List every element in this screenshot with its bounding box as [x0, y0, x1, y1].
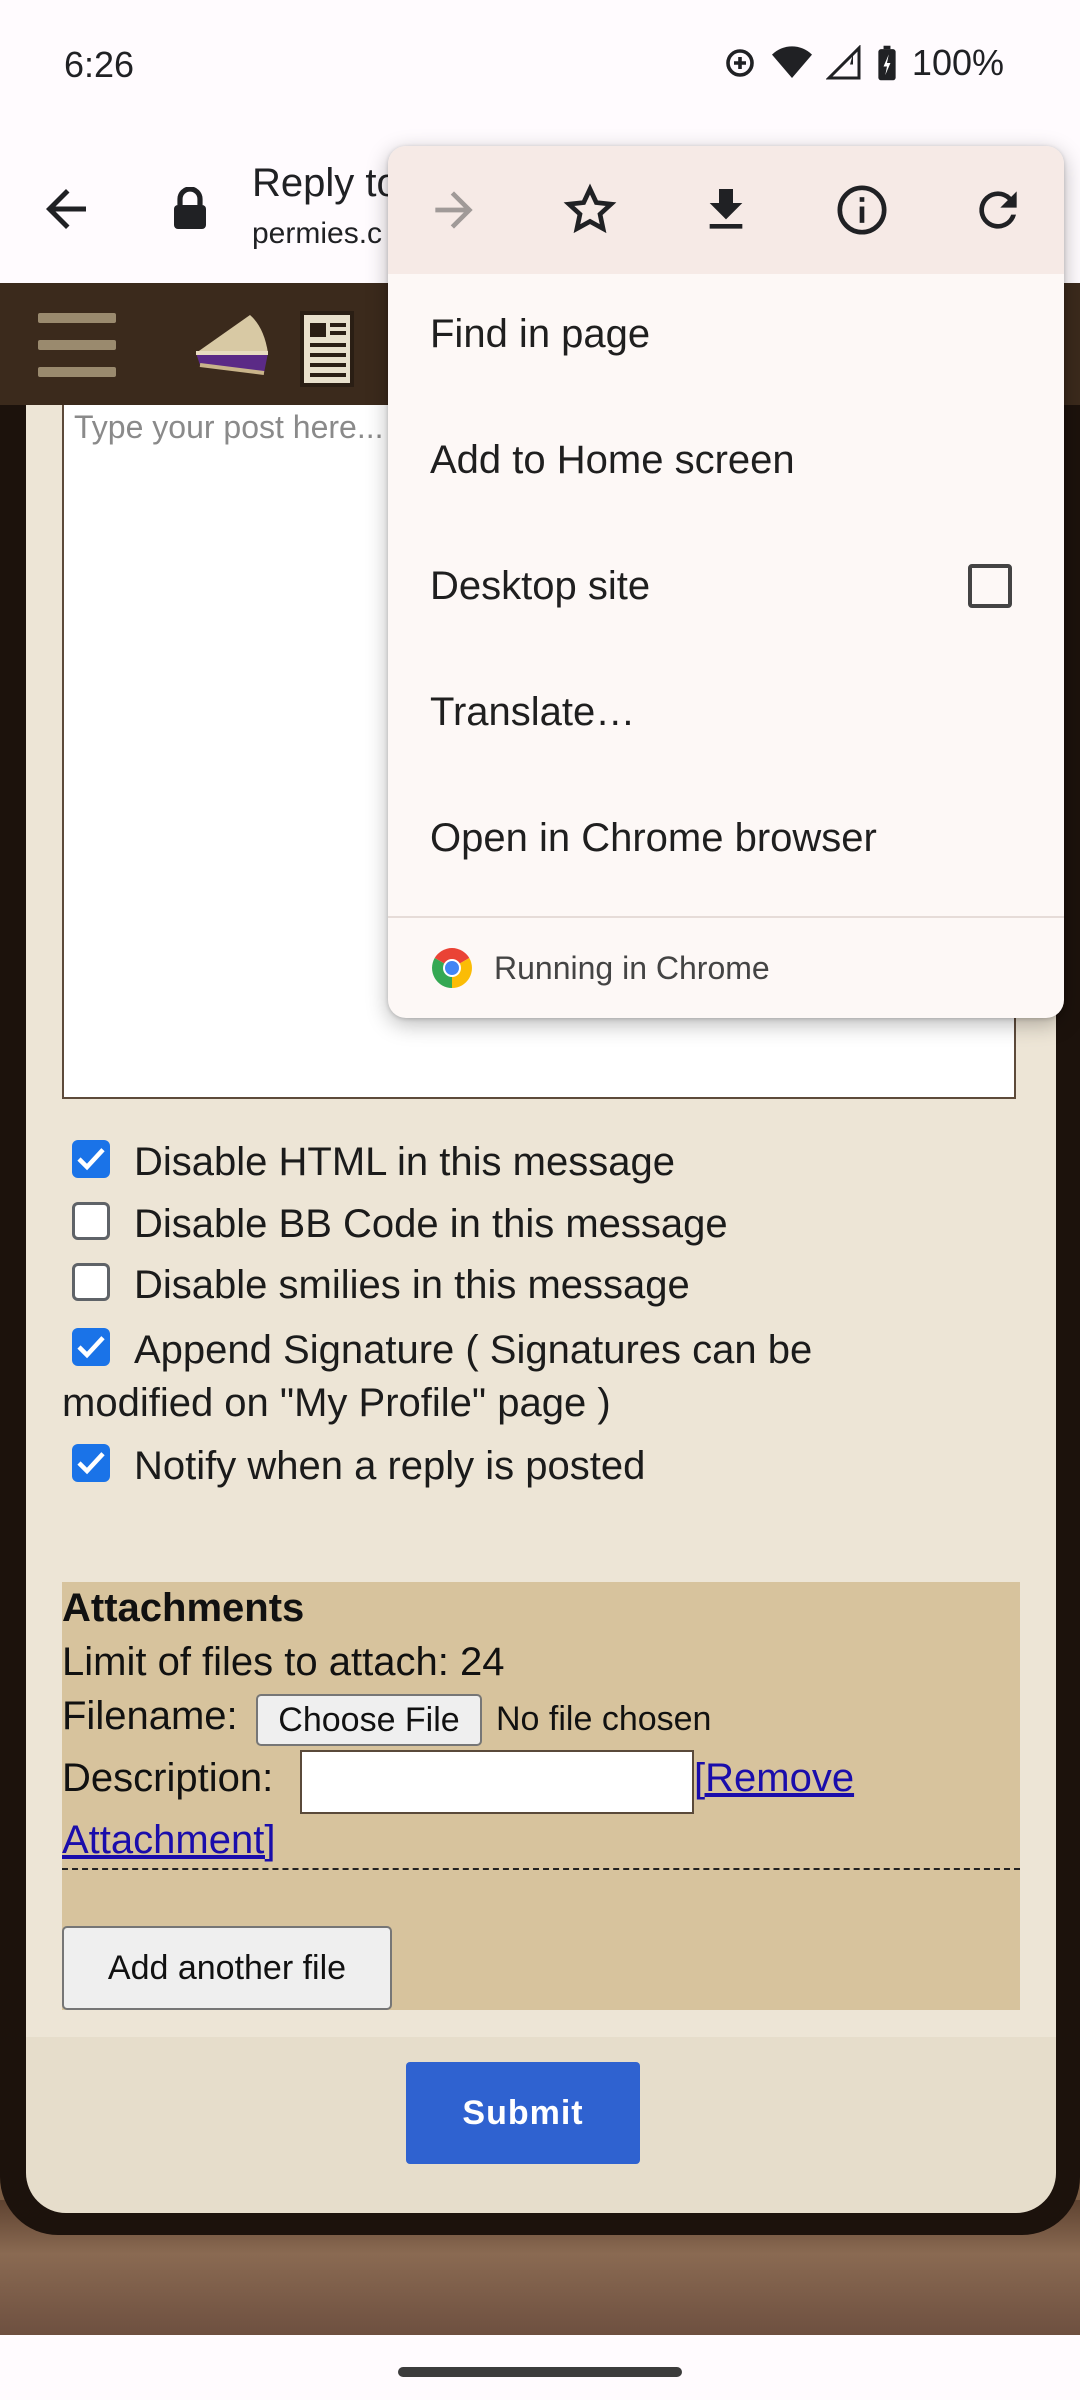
attachments-panel: Attachments Limit of files to attach: 24… [62, 1582, 1020, 2010]
disable-smilies-checkbox[interactable] [72, 1263, 110, 1301]
forward-arrow-icon[interactable] [426, 182, 482, 238]
attachments-limit: Limit of files to attach: 24 [62, 1640, 505, 1684]
status-time: 6:26 [64, 44, 135, 85]
post-placeholder: Type your post here... [74, 409, 384, 445]
menu-desktop-site[interactable]: Desktop site [430, 564, 650, 609]
navigation-bar [0, 2335, 1080, 2400]
battery-charging-icon [878, 45, 896, 81]
append-signature-checkbox[interactable] [72, 1328, 110, 1366]
disable-bbcode-label: Disable BB Code in this message [134, 1202, 728, 1246]
page-url[interactable]: permies.c [252, 217, 382, 251]
description-input[interactable] [300, 1750, 694, 1814]
running-in-chrome-text: Running in Chrome [494, 950, 770, 986]
info-icon[interactable] [834, 182, 890, 238]
menu-add-to-home-screen[interactable]: Add to Home screen [430, 438, 795, 483]
refresh-icon[interactable] [970, 182, 1026, 238]
notify-reply-label: Notify when a reply is posted [134, 1444, 646, 1488]
disable-html-label: Disable HTML in this message [134, 1140, 675, 1184]
star-icon[interactable] [562, 182, 618, 238]
back-arrow-icon[interactable] [36, 179, 96, 239]
menu-translate[interactable]: Translate… [430, 690, 635, 735]
battery-percent: 100% [911, 42, 1004, 83]
append-signature-label-cont: modified on "My Profile" page ) [62, 1381, 611, 1425]
menu-find-in-page[interactable]: Find in page [430, 312, 650, 357]
notify-reply-checkbox[interactable] [72, 1444, 110, 1482]
attachments-title: Attachments [62, 1586, 305, 1630]
append-signature-label: Append Signature ( Signatures can be [134, 1328, 813, 1372]
status-bar: 6:26 100% [0, 0, 1080, 135]
disable-html-checkbox[interactable] [72, 1140, 110, 1178]
pie-logo-icon[interactable] [190, 307, 272, 385]
description-label: Description: [62, 1756, 274, 1800]
remove-attachment-link-cont[interactable]: Attachment] [62, 1818, 275, 1863]
document-icon[interactable] [298, 309, 360, 389]
menu-open-in-chrome[interactable]: Open in Chrome browser [430, 816, 877, 861]
page-title[interactable]: Reply to [252, 161, 399, 206]
lock-icon[interactable] [170, 187, 210, 231]
status-icons: 100% [722, 42, 1004, 84]
filename-label: Filename: [62, 1694, 238, 1738]
chrome-overflow-menu: Find in page Add to Home screen Desktop … [388, 146, 1064, 1018]
choose-file-button[interactable]: Choose File [256, 1694, 482, 1746]
hamburger-menu-icon[interactable] [38, 313, 116, 377]
chrome-logo-icon [432, 948, 472, 988]
cell-signal-icon [825, 45, 861, 80]
attachment-divider [62, 1868, 1020, 1870]
wifi-icon [771, 46, 812, 78]
disable-bbcode-checkbox[interactable] [72, 1202, 110, 1240]
download-icon[interactable] [698, 182, 754, 238]
disable-smilies-label: Disable smilies in this message [134, 1263, 690, 1307]
remove-attachment-link[interactable]: [Remove [694, 1756, 854, 1801]
desktop-site-checkbox[interactable] [968, 564, 1012, 608]
menu-divider [388, 916, 1064, 918]
add-another-file-button[interactable]: Add another file [62, 1926, 392, 2010]
no-file-text: No file chosen [496, 1700, 712, 1738]
data-saver-icon [726, 49, 754, 77]
gesture-handle[interactable] [398, 2367, 682, 2377]
submit-button[interactable]: Submit [406, 2062, 640, 2164]
